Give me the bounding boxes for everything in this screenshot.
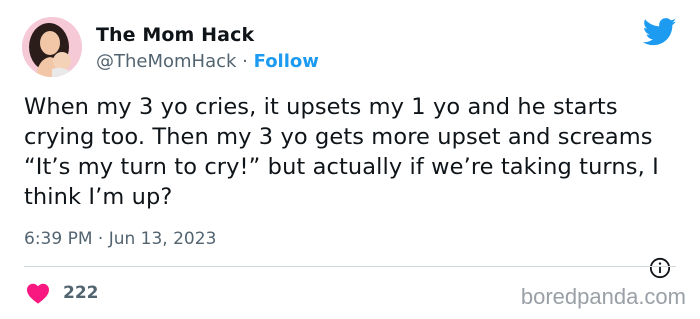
info-icon[interactable] (649, 257, 671, 279)
handle-separator: · (236, 51, 254, 72)
author-handle[interactable]: @TheMomHack (96, 51, 236, 72)
author-handle-line: @TheMomHack · Follow (96, 51, 319, 72)
divider (24, 266, 676, 267)
heart-icon (27, 283, 49, 304)
twitter-bird-icon[interactable] (643, 18, 677, 46)
tweet-timestamp[interactable]: 6:39 PM · Jun 13, 2023 (24, 229, 216, 249)
avatar[interactable] (22, 17, 82, 77)
watermark: boredpanda.com (520, 284, 686, 309)
follow-link[interactable]: Follow (254, 51, 319, 72)
author-name[interactable]: The Mom Hack (96, 24, 254, 46)
avatar-illustration (22, 17, 82, 77)
like-count: 222 (63, 283, 99, 303)
like-button[interactable]: 222 (26, 282, 99, 304)
tweet-text: When my 3 yo cries, it upsets my 1 yo an… (24, 94, 659, 210)
